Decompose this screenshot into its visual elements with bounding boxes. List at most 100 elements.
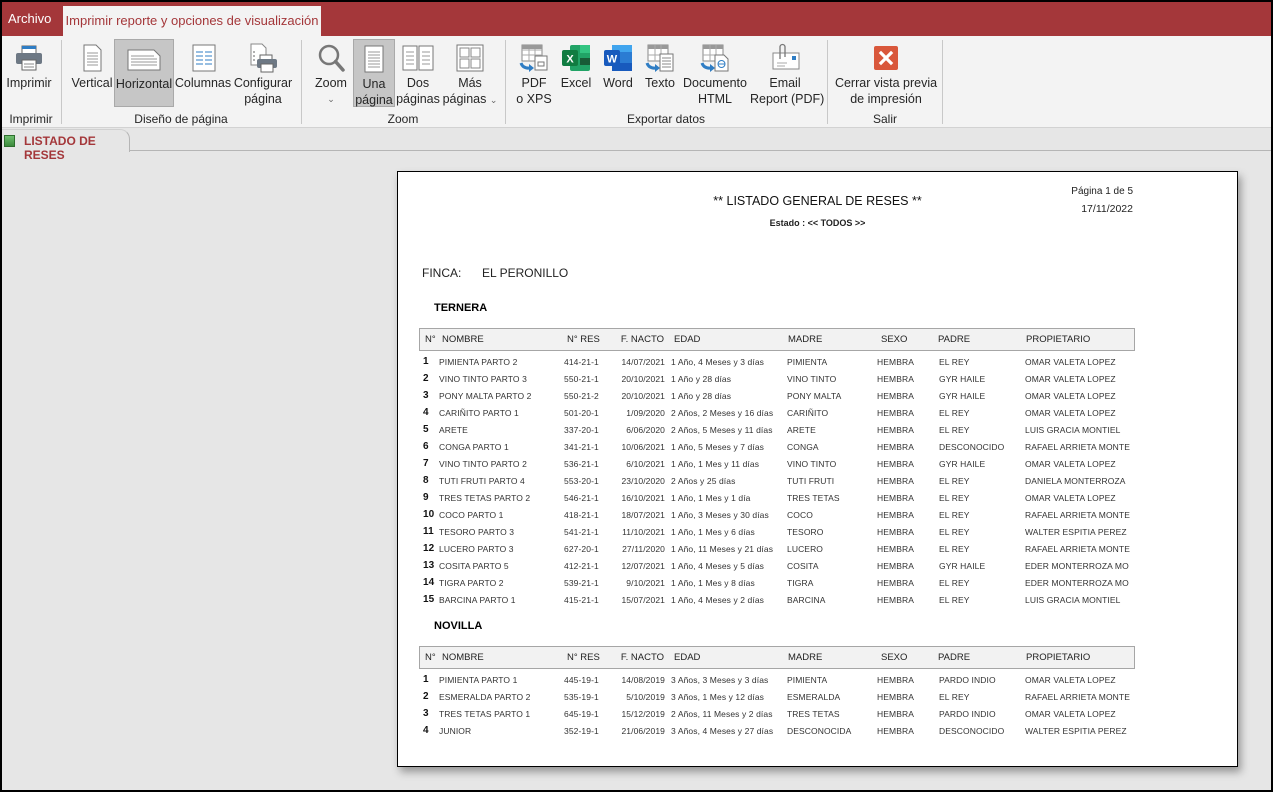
cell-edad: 2 Años, 2 Meses y 16 días xyxy=(671,408,774,418)
cell-sexo: HEMBRA xyxy=(877,692,914,702)
cell-n-res: 535-19-1 xyxy=(564,692,599,702)
cell-madre: BARCINA xyxy=(787,595,826,605)
email-report-button[interactable]: Email Report (PDF) xyxy=(750,39,824,107)
cell-sexo: HEMBRA xyxy=(877,544,914,554)
tab-print-preview[interactable]: Imprimir reporte y opciones de visualiza… xyxy=(63,6,321,36)
print-button[interactable]: Imprimir xyxy=(4,39,54,107)
cell-sexo: HEMBRA xyxy=(877,595,914,605)
column-header-f-nacto: F. NACTO xyxy=(620,334,664,345)
column-header-edad: EDAD xyxy=(674,334,701,345)
export-word-button[interactable]: W Word xyxy=(598,39,638,107)
cell-n-res: 412-21-1 xyxy=(564,561,599,571)
one-page-icon xyxy=(358,44,390,74)
close-print-preview-button[interactable]: Cerrar vista previa de impresión xyxy=(834,39,938,107)
report-estado: Estado : << TODOS >> xyxy=(769,218,866,228)
vertical-button[interactable]: Vertical xyxy=(70,39,114,107)
document-tab-listado-de-reses[interactable]: LISTADO DE RESES xyxy=(2,129,130,162)
cell-nombre: JUNIOR xyxy=(439,726,472,736)
table-header: N° NOMBRE N° RES F. NACTO EDAD MADRE SEXO PADRE… xyxy=(419,328,1135,351)
page-number: Página 1 de 5 xyxy=(1071,186,1133,197)
report-page: ** LISTADO GENERAL DE RESES ** Estado : … xyxy=(397,171,1238,767)
cell-f-nacto: 21/06/2019 xyxy=(621,726,665,736)
cell-madre: TESORO xyxy=(787,527,824,537)
table-row: 8 TUTI FRUTI PARTO 4 553-20-1 23/10/2020 2 A… xyxy=(419,473,1135,490)
column-header-number: N° xyxy=(425,334,436,345)
cell-nombre: TRES TETAS PARTO 1 xyxy=(439,709,531,719)
cell-propietario: OMAR VALETA LOPEZ xyxy=(1025,374,1116,384)
zoom-button[interactable]: Zoom ⌄ xyxy=(312,39,350,107)
cell-sexo: HEMBRA xyxy=(877,374,914,384)
cell-madre: VINO TINTO xyxy=(787,459,837,469)
column-header-n-res: N° RES xyxy=(567,652,600,663)
column-header-nombre: NOMBRE xyxy=(442,652,484,663)
table-row: 10 COCO PARTO 1 418-21-1 18/07/2021 1 Año, 3… xyxy=(419,507,1135,524)
table-row: 12 LUCERO PARTO 3 627-20-1 27/11/2020 1 Año,… xyxy=(419,541,1135,558)
cell-padre: DESCONOCIDO xyxy=(939,442,1005,452)
section-heading-novilla: NOVILLA xyxy=(434,620,483,632)
cell-nombre: COCO PARTO 1 xyxy=(439,510,504,520)
cell-sexo: HEMBRA xyxy=(877,391,914,401)
cell-number: 7 xyxy=(423,458,429,469)
pdf-export-icon xyxy=(518,43,550,73)
group-diseno-pagina: Vertical Horizontal Columnas Configurar xyxy=(62,36,300,128)
cell-f-nacto: 10/06/2021 xyxy=(621,442,665,452)
page-setup-button[interactable]: Configurar página xyxy=(232,39,294,107)
two-pages-button[interactable]: Dos páginas xyxy=(396,39,440,107)
portrait-page-icon xyxy=(76,43,108,73)
cell-propietario: RAFAEL ARRIETA MONTE xyxy=(1025,510,1130,520)
cell-sexo: HEMBRA xyxy=(877,561,914,571)
cell-propietario: WALTER ESPITIA PEREZ xyxy=(1025,527,1127,537)
cell-nombre: PIMIENTA PARTO 2 xyxy=(439,357,518,367)
table-row: 15 BARCINA PARTO 1 415-21-1 15/07/2021 1 Año… xyxy=(419,592,1135,609)
export-pdf-button[interactable]: PDF o XPS xyxy=(514,39,554,107)
table-row: 5 ARETE 337-20-1 6/06/2020 2 Años, 5 Meses y… xyxy=(419,422,1135,439)
cell-madre: TRES TETAS xyxy=(787,709,840,719)
cell-edad: 1 Año, 1 Mes y 6 días xyxy=(671,527,755,537)
cell-sexo: HEMBRA xyxy=(877,675,914,685)
cell-n-res: 341-21-1 xyxy=(564,442,599,452)
cell-propietario: OMAR VALETA LOPEZ xyxy=(1025,459,1116,469)
column-header-n-res: N° RES xyxy=(567,334,600,345)
export-text-button[interactable]: Texto xyxy=(640,39,680,107)
cell-padre: EL REY xyxy=(939,493,970,503)
ribbon-tab-bar: Archivo Imprimir reporte y opciones de v… xyxy=(2,2,1271,36)
cell-n-res: 415-21-1 xyxy=(564,595,599,605)
export-excel-button[interactable]: X Excel xyxy=(556,39,596,107)
cell-madre: ESMERALDA xyxy=(787,692,841,702)
horizontal-button[interactable]: Horizontal xyxy=(114,39,174,107)
report-date: 17/11/2022 xyxy=(1081,203,1133,215)
cell-f-nacto: 11/10/2021 xyxy=(622,527,665,537)
columns-button[interactable]: Columnas xyxy=(174,39,232,107)
cell-padre: EL REY xyxy=(939,510,970,520)
cell-madre: ARETE xyxy=(787,425,816,435)
cell-padre: PARDO INDIO xyxy=(939,675,996,685)
ribbon: Imprimir Imprimir Vertical Horizontal Co… xyxy=(2,36,1271,128)
cell-n-res: 536-21-1 xyxy=(564,459,599,469)
cell-nombre: TRES TETAS PARTO 2 xyxy=(439,493,531,503)
cell-f-nacto: 20/10/2021 xyxy=(621,374,665,384)
cell-f-nacto: 1/09/2020 xyxy=(626,408,665,418)
cell-n-res: 550-21-1 xyxy=(564,374,599,384)
table-row: 2 ESMERALDA PARTO 2 535-19-1 5/10/2019 3 Año… xyxy=(419,689,1135,706)
cell-nombre: TUTI FRUTI PARTO 4 xyxy=(439,476,525,486)
more-pages-button[interactable]: Más páginas ⌄ xyxy=(442,39,498,107)
cell-f-nacto: 12/07/2021 xyxy=(621,561,665,571)
cell-f-nacto: 14/08/2019 xyxy=(621,675,665,685)
cell-padre: GYR HAILE xyxy=(939,561,986,571)
cell-f-nacto: 15/12/2019 xyxy=(621,709,665,719)
cell-madre: PIMIENTA xyxy=(787,357,828,367)
cell-edad: 1 Año, 4 Meses y 2 días xyxy=(671,595,765,605)
column-header-padre: PADRE xyxy=(938,652,971,663)
cell-f-nacto: 16/10/2021 xyxy=(621,493,665,503)
tab-archivo[interactable]: Archivo xyxy=(2,2,57,36)
export-html-button[interactable]: Documento HTML xyxy=(682,39,748,107)
one-page-button[interactable]: Una página xyxy=(353,39,395,107)
cell-number: 12 xyxy=(423,543,435,554)
chevron-down-icon: ⌄ xyxy=(327,94,335,104)
cell-number: 11 xyxy=(423,526,434,537)
cell-f-nacto: 15/07/2021 xyxy=(621,595,665,605)
cell-f-nacto: 6/06/2020 xyxy=(626,425,665,435)
column-header-padre: PADRE xyxy=(938,334,971,345)
cell-propietario: OMAR VALETA LOPEZ xyxy=(1025,675,1116,685)
cell-sexo: HEMBRA xyxy=(877,357,914,367)
